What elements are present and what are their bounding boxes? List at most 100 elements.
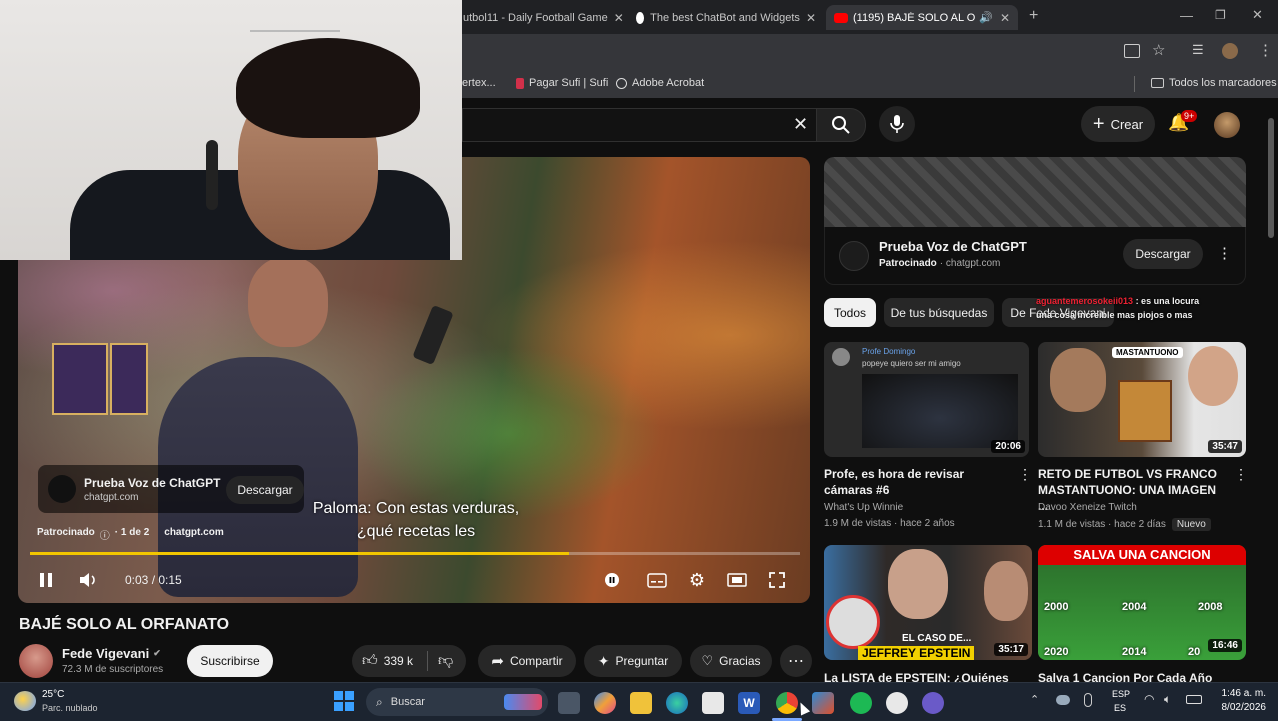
minimize-icon[interactable]: — bbox=[1180, 8, 1193, 23]
ask-button[interactable]: ✦ Preguntar bbox=[584, 645, 682, 677]
cloud-icon[interactable] bbox=[1056, 695, 1070, 705]
video-title[interactable]: La LISTA de EPSTEIN: ¿Quiénes bbox=[824, 670, 1010, 682]
keyboard-label[interactable]: ES bbox=[1114, 703, 1126, 713]
new-tab-button[interactable]: + bbox=[1029, 7, 1038, 25]
captions-button[interactable] bbox=[646, 570, 668, 590]
spotify-icon[interactable] bbox=[850, 692, 872, 714]
create-button[interactable]: + Crear bbox=[1081, 106, 1155, 142]
year-label: 20 bbox=[1188, 646, 1201, 658]
all-bookmarks-folder[interactable]: Todos los marcadores bbox=[1151, 77, 1277, 89]
thanks-button[interactable]: ♡ Gracias bbox=[690, 645, 772, 677]
chip-from-searches[interactable]: De tus búsquedas bbox=[884, 298, 994, 327]
more-options-icon[interactable]: ⋮ bbox=[1018, 466, 1032, 483]
start-button[interactable] bbox=[334, 691, 354, 711]
clock-date[interactable]: 8/02/2026 bbox=[1212, 702, 1267, 713]
file-explorer-icon[interactable] bbox=[630, 692, 652, 714]
tab-youtube[interactable]: (1195) BAJÉ SOLO AL ORFA 🔊 ✕ bbox=[826, 5, 1018, 30]
year-label: 2000 bbox=[1044, 601, 1069, 613]
app-icon[interactable] bbox=[812, 692, 834, 714]
close-tab-icon[interactable]: ✕ bbox=[800, 11, 816, 25]
account-avatar[interactable] bbox=[1214, 112, 1240, 138]
wifi-icon[interactable]: ◠ bbox=[1144, 692, 1154, 706]
channel-name-row[interactable]: Fede Vigevani ✔ bbox=[62, 646, 161, 661]
theater-mode-button[interactable] bbox=[726, 570, 748, 590]
maximize-icon[interactable]: ❐ bbox=[1215, 8, 1226, 22]
bookmark-item[interactable]: Adobe Acrobat bbox=[616, 77, 704, 89]
store-icon[interactable] bbox=[702, 692, 724, 714]
video-title[interactable]: Profe, es hora de revisar cámaras #6 bbox=[824, 466, 1010, 498]
sponsored-label: Patrocinado bbox=[37, 527, 95, 538]
search-input[interactable]: ✕ bbox=[462, 108, 817, 142]
audio-playing-icon[interactable]: 🔊 bbox=[979, 11, 993, 24]
battery-icon[interactable] bbox=[1186, 695, 1202, 704]
video-channel[interactable]: What's Up Winnie bbox=[824, 502, 903, 513]
thumbnail-text: Profe Domingo bbox=[862, 347, 916, 356]
video-meta: 1.9 M de vistas · hace 2 años bbox=[824, 518, 955, 529]
channel-avatar[interactable] bbox=[19, 644, 53, 678]
chip-all[interactable]: Todos bbox=[824, 298, 876, 327]
cast-icon[interactable] bbox=[1124, 44, 1140, 58]
subscribe-button[interactable]: Suscribirse bbox=[187, 645, 273, 677]
word-icon[interactable]: W bbox=[738, 692, 760, 714]
clear-search-icon[interactable]: ✕ bbox=[793, 114, 808, 135]
share-button[interactable]: ➦ Compartir bbox=[478, 645, 576, 677]
more-options-icon[interactable]: ⋮ bbox=[1234, 466, 1248, 483]
autoplay-toggle[interactable] bbox=[602, 570, 622, 590]
ad-banner-image[interactable] bbox=[824, 157, 1246, 227]
close-tab-icon[interactable]: ✕ bbox=[608, 11, 623, 25]
sidebar-ad-download-button[interactable]: Descargar bbox=[1123, 239, 1203, 269]
ad-domain-link[interactable]: chatgpt.com bbox=[164, 527, 223, 542]
channel-name[interactable]: Fede Vigevani bbox=[62, 646, 149, 661]
chatgpt-logo-icon bbox=[839, 241, 869, 271]
bookmark-item[interactable]: ertex... bbox=[462, 77, 496, 89]
tab-football[interactable]: utbol11 - Daily Football Game ✕ bbox=[455, 5, 623, 30]
bookmark-item[interactable]: Pagar Sufi | Sufi bbox=[516, 77, 608, 89]
fullscreen-button[interactable] bbox=[766, 570, 788, 590]
like-icon[interactable]: 👍︎ bbox=[362, 652, 378, 670]
page-scrollbar[interactable] bbox=[1268, 118, 1274, 238]
tab-chatbot[interactable]: The best ChatBot and Widgets ✕ bbox=[628, 5, 824, 30]
search-button[interactable] bbox=[816, 108, 866, 142]
chrome-icon[interactable] bbox=[776, 692, 798, 714]
app-icon[interactable] bbox=[886, 692, 908, 714]
taskbar-search[interactable]: ⌕ Buscar bbox=[366, 688, 548, 716]
language-label[interactable]: ESP bbox=[1112, 689, 1130, 699]
video-thumbnail[interactable]: MASTANTUONO 35:47 bbox=[1038, 342, 1246, 457]
video-thumbnail[interactable]: Profe Domingo popeye quiero ser mi amigo… bbox=[824, 342, 1029, 457]
progress-bar[interactable] bbox=[30, 552, 800, 555]
player-face-image bbox=[1050, 348, 1106, 412]
like-count[interactable]: 339 k bbox=[384, 654, 413, 668]
volume-button[interactable] bbox=[78, 570, 100, 590]
video-thumbnail[interactable]: EL CASO DE... JEFFREY EPSTEIN 35:17 bbox=[824, 545, 1032, 660]
close-window-icon[interactable]: ✕ bbox=[1252, 7, 1263, 23]
more-actions-icon[interactable]: ⋯ bbox=[780, 645, 812, 677]
ad-info-row: Patrocinado ⓘ · 1 de 2 chatgpt.com bbox=[37, 527, 224, 542]
microphone-icon[interactable] bbox=[1084, 693, 1092, 707]
bookmark-star-icon[interactable]: ☆ bbox=[1152, 41, 1165, 59]
speaker-icon[interactable]: 🔈︎ bbox=[1164, 692, 1171, 707]
dislike-icon[interactable]: 👎︎ bbox=[438, 652, 453, 670]
ad-download-button[interactable]: Descargar bbox=[226, 476, 304, 504]
more-options-icon[interactable]: ⋮ bbox=[1217, 244, 1232, 262]
pause-button[interactable] bbox=[36, 570, 56, 590]
settings-gear-icon[interactable]: ⚙ bbox=[686, 569, 708, 591]
tray-overflow-icon[interactable]: ⌃ bbox=[1030, 693, 1039, 706]
clock-time[interactable]: 1:46 a. m. bbox=[1216, 688, 1266, 699]
reading-list-icon[interactable]: ☰ bbox=[1192, 42, 1204, 58]
browser-menu-icon[interactable]: ⋮ bbox=[1258, 41, 1273, 59]
video-title[interactable]: Salva 1 Cancion Por Cada Año bbox=[1038, 670, 1224, 682]
edge-icon[interactable] bbox=[666, 692, 688, 714]
copilot-icon[interactable] bbox=[594, 692, 616, 714]
info-icon[interactable]: ⓘ bbox=[100, 527, 110, 542]
voice-search-button[interactable] bbox=[879, 106, 915, 142]
video-channel[interactable]: Davoo Xeneize Twitch bbox=[1038, 502, 1137, 513]
task-view-icon[interactable] bbox=[558, 692, 580, 714]
close-tab-icon[interactable]: ✕ bbox=[994, 11, 1010, 25]
video-thumbnail[interactable]: SALVA UNA CANCION 2000 2004 2008 2020 20… bbox=[1038, 545, 1246, 660]
profile-avatar[interactable] bbox=[1222, 43, 1238, 59]
folder-icon bbox=[1151, 78, 1164, 88]
sidebar-ad-card[interactable]: Prueba Voz de ChatGPT Patrocinado · chat… bbox=[824, 227, 1246, 285]
app-icon[interactable] bbox=[922, 692, 944, 714]
weather-icon[interactable] bbox=[14, 691, 36, 711]
weather-temp[interactable]: 25°C bbox=[42, 689, 64, 700]
